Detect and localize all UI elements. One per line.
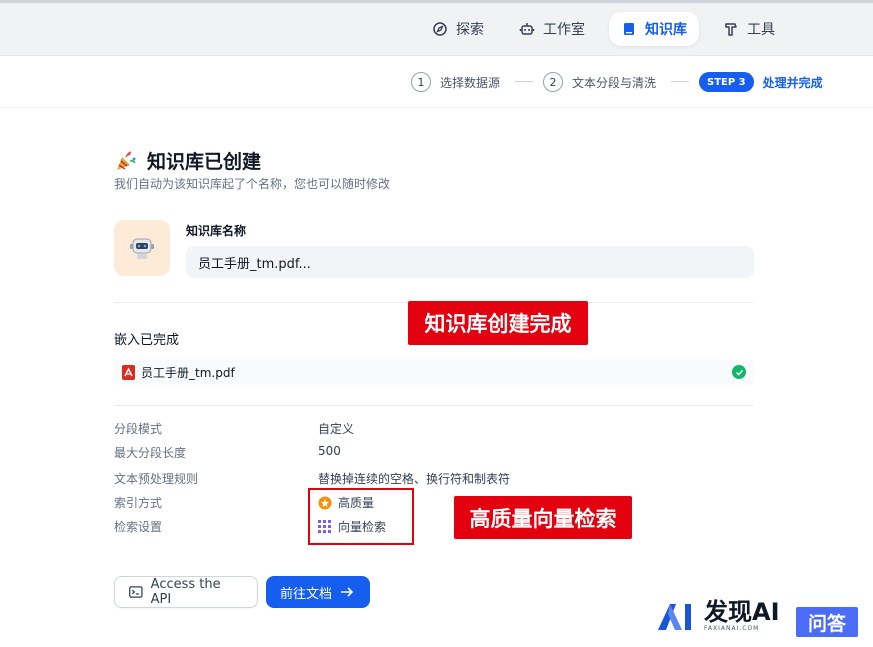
step-connector bbox=[515, 81, 533, 82]
nav-tools[interactable]: 工具 bbox=[711, 12, 787, 46]
pdf-file-icon bbox=[122, 364, 135, 380]
nav-studio[interactable]: 工作室 bbox=[507, 12, 597, 46]
go-to-docs-label: 前往文档 bbox=[280, 586, 333, 602]
step-number: 1 bbox=[411, 72, 431, 92]
step-label: 文本分段与清洗 bbox=[572, 75, 657, 90]
kb-name-input[interactable]: 员工手册_tm.pdf... bbox=[186, 246, 754, 278]
access-api-label: Access the API bbox=[150, 577, 221, 607]
nav-knowledge-label: 知识库 bbox=[645, 22, 687, 38]
step-2: 2 文本分段与清洗 bbox=[543, 72, 656, 92]
prop-segment-mode-value: 自定义 bbox=[318, 422, 355, 436]
divider bbox=[114, 405, 754, 406]
knowledge-avatar[interactable] bbox=[114, 220, 170, 276]
arrow-right-icon bbox=[341, 587, 354, 597]
nav-tools-label: 工具 bbox=[747, 22, 775, 38]
prop-retrieval-key: 检索设置 bbox=[114, 520, 163, 534]
embedded-file-row: 员工手册_tm.pdf bbox=[114, 359, 754, 385]
kb-name-label: 知识库名称 bbox=[186, 224, 247, 238]
robot-avatar-icon bbox=[130, 238, 154, 259]
top-navigation-bar: 探索 工作室 知识库 工具 bbox=[0, 0, 873, 56]
hammer-icon bbox=[725, 23, 737, 36]
go-to-docs-button[interactable]: 前往文档 bbox=[266, 576, 370, 608]
robot-icon bbox=[519, 23, 535, 35]
embedding-title: 嵌入已完成 bbox=[114, 333, 180, 348]
watermark-domain: FAXIANAI.COM bbox=[704, 625, 760, 632]
step-3: STEP 3 处理并完成 bbox=[699, 72, 823, 92]
step-label: 处理并完成 bbox=[762, 75, 823, 90]
ai-logo-icon bbox=[658, 604, 691, 630]
page-subtitle: 我们自动为该知识库起了个名称，您也可以随时修改 bbox=[114, 177, 391, 191]
step-connector bbox=[671, 81, 689, 82]
terminal-icon bbox=[129, 586, 143, 598]
page-title-text: 知识库已创建 bbox=[147, 151, 262, 173]
nav-explore[interactable]: 探索 bbox=[420, 12, 496, 46]
nav-knowledge[interactable]: 知识库 bbox=[609, 12, 699, 46]
embedded-file-name: 员工手册_tm.pdf bbox=[141, 365, 235, 380]
party-popper-icon bbox=[117, 150, 136, 170]
access-api-button[interactable]: Access the API bbox=[114, 576, 258, 608]
prop-max-length-value: 500 bbox=[318, 444, 341, 458]
book-icon bbox=[624, 23, 634, 35]
watermark-brand: 发现AI bbox=[704, 598, 780, 626]
success-check-icon bbox=[732, 365, 746, 379]
prop-max-length-key: 最大分段长度 bbox=[114, 446, 187, 460]
watermark-logo: 发现AI FAXIANAI.COM bbox=[656, 600, 780, 632]
annotation-kb-created: 知识库创建完成 bbox=[407, 300, 589, 346]
page-title: 知识库已创建 bbox=[114, 147, 261, 174]
step-label: 选择数据源 bbox=[440, 75, 501, 90]
step-number: 2 bbox=[543, 72, 563, 92]
nav-studio-label: 工作室 bbox=[543, 22, 585, 38]
annotation-highlight-box bbox=[308, 488, 414, 545]
compass-icon bbox=[433, 22, 447, 36]
prop-segment-mode-key: 分段模式 bbox=[114, 422, 163, 436]
step-badge: STEP 3 bbox=[699, 72, 754, 92]
watermark-qa-badge: 问答 bbox=[796, 607, 858, 637]
annotation-vector-retrieval: 高质量向量检索 bbox=[453, 495, 633, 540]
step-1: 1 选择数据源 bbox=[411, 72, 500, 92]
prop-index-key: 索引方式 bbox=[114, 496, 163, 510]
prop-preprocess-key: 文本预处理规则 bbox=[114, 472, 199, 486]
nav-explore-label: 探索 bbox=[456, 22, 484, 38]
prop-preprocess-value: 替换掉连续的空格、换行符和制表符 bbox=[318, 472, 511, 486]
